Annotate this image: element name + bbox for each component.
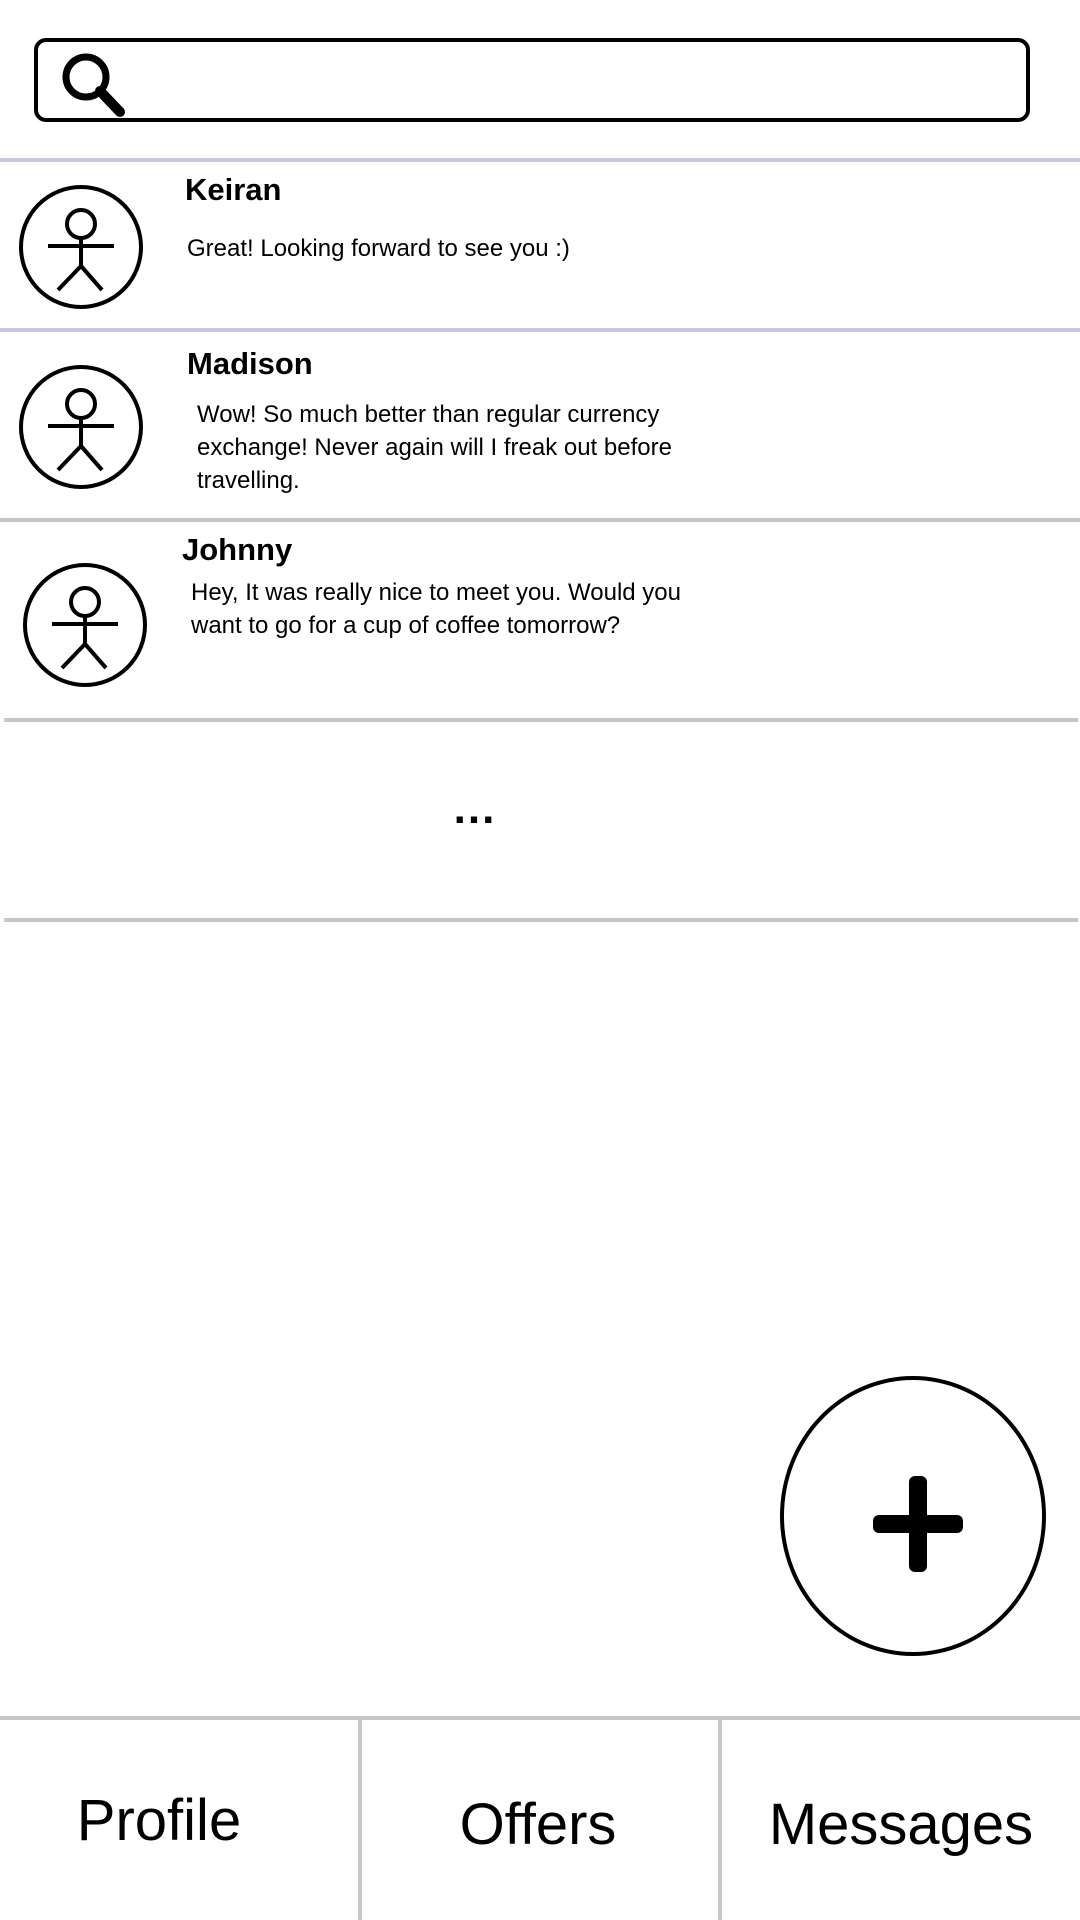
divider: [4, 918, 1078, 922]
search-input[interactable]: [148, 52, 1006, 108]
search-bar[interactable]: [34, 38, 1030, 122]
message-preview: Great! Looking forward to see you :): [187, 235, 570, 262]
load-more-button[interactable]: ...: [0, 724, 1080, 918]
search-icon[interactable]: [58, 50, 128, 120]
bottom-nav: Profile Offers Messages: [0, 1716, 1080, 1920]
avatar-person-icon: [19, 185, 143, 309]
nav-tab-label: Messages: [768, 1791, 1034, 1857]
message-row-madison[interactable]: Madison Wow! So much better than regular…: [0, 332, 1080, 518]
message-preview: Wow! So much better than regular currenc…: [197, 401, 672, 494]
sender-name: Madison: [187, 346, 313, 381]
avatar-person-icon: [23, 563, 147, 687]
message-row-keiran[interactable]: Keiran Great! Looking forward to see you…: [0, 162, 1080, 328]
nav-tab-offers[interactable]: Offers: [362, 1720, 714, 1920]
nav-tab-label: Offers: [459, 1791, 617, 1857]
divider: [4, 718, 1078, 722]
add-button[interactable]: [780, 1376, 1046, 1656]
plus-icon: [873, 1476, 963, 1572]
message-row-johnny[interactable]: Johnny Hey, It was really nice to meet y…: [0, 522, 1080, 718]
message-preview: Hey, It was really nice to meet you. Wou…: [191, 579, 681, 639]
more-label: ...: [453, 784, 497, 833]
nav-tab-profile[interactable]: Profile: [0, 1720, 318, 1920]
nav-tab-messages[interactable]: Messages: [722, 1720, 1080, 1920]
sender-name: Keiran: [185, 172, 282, 207]
sender-name: Johnny: [182, 532, 293, 567]
avatar-person-icon: [19, 365, 143, 489]
nav-tab-label: Profile: [76, 1787, 242, 1853]
